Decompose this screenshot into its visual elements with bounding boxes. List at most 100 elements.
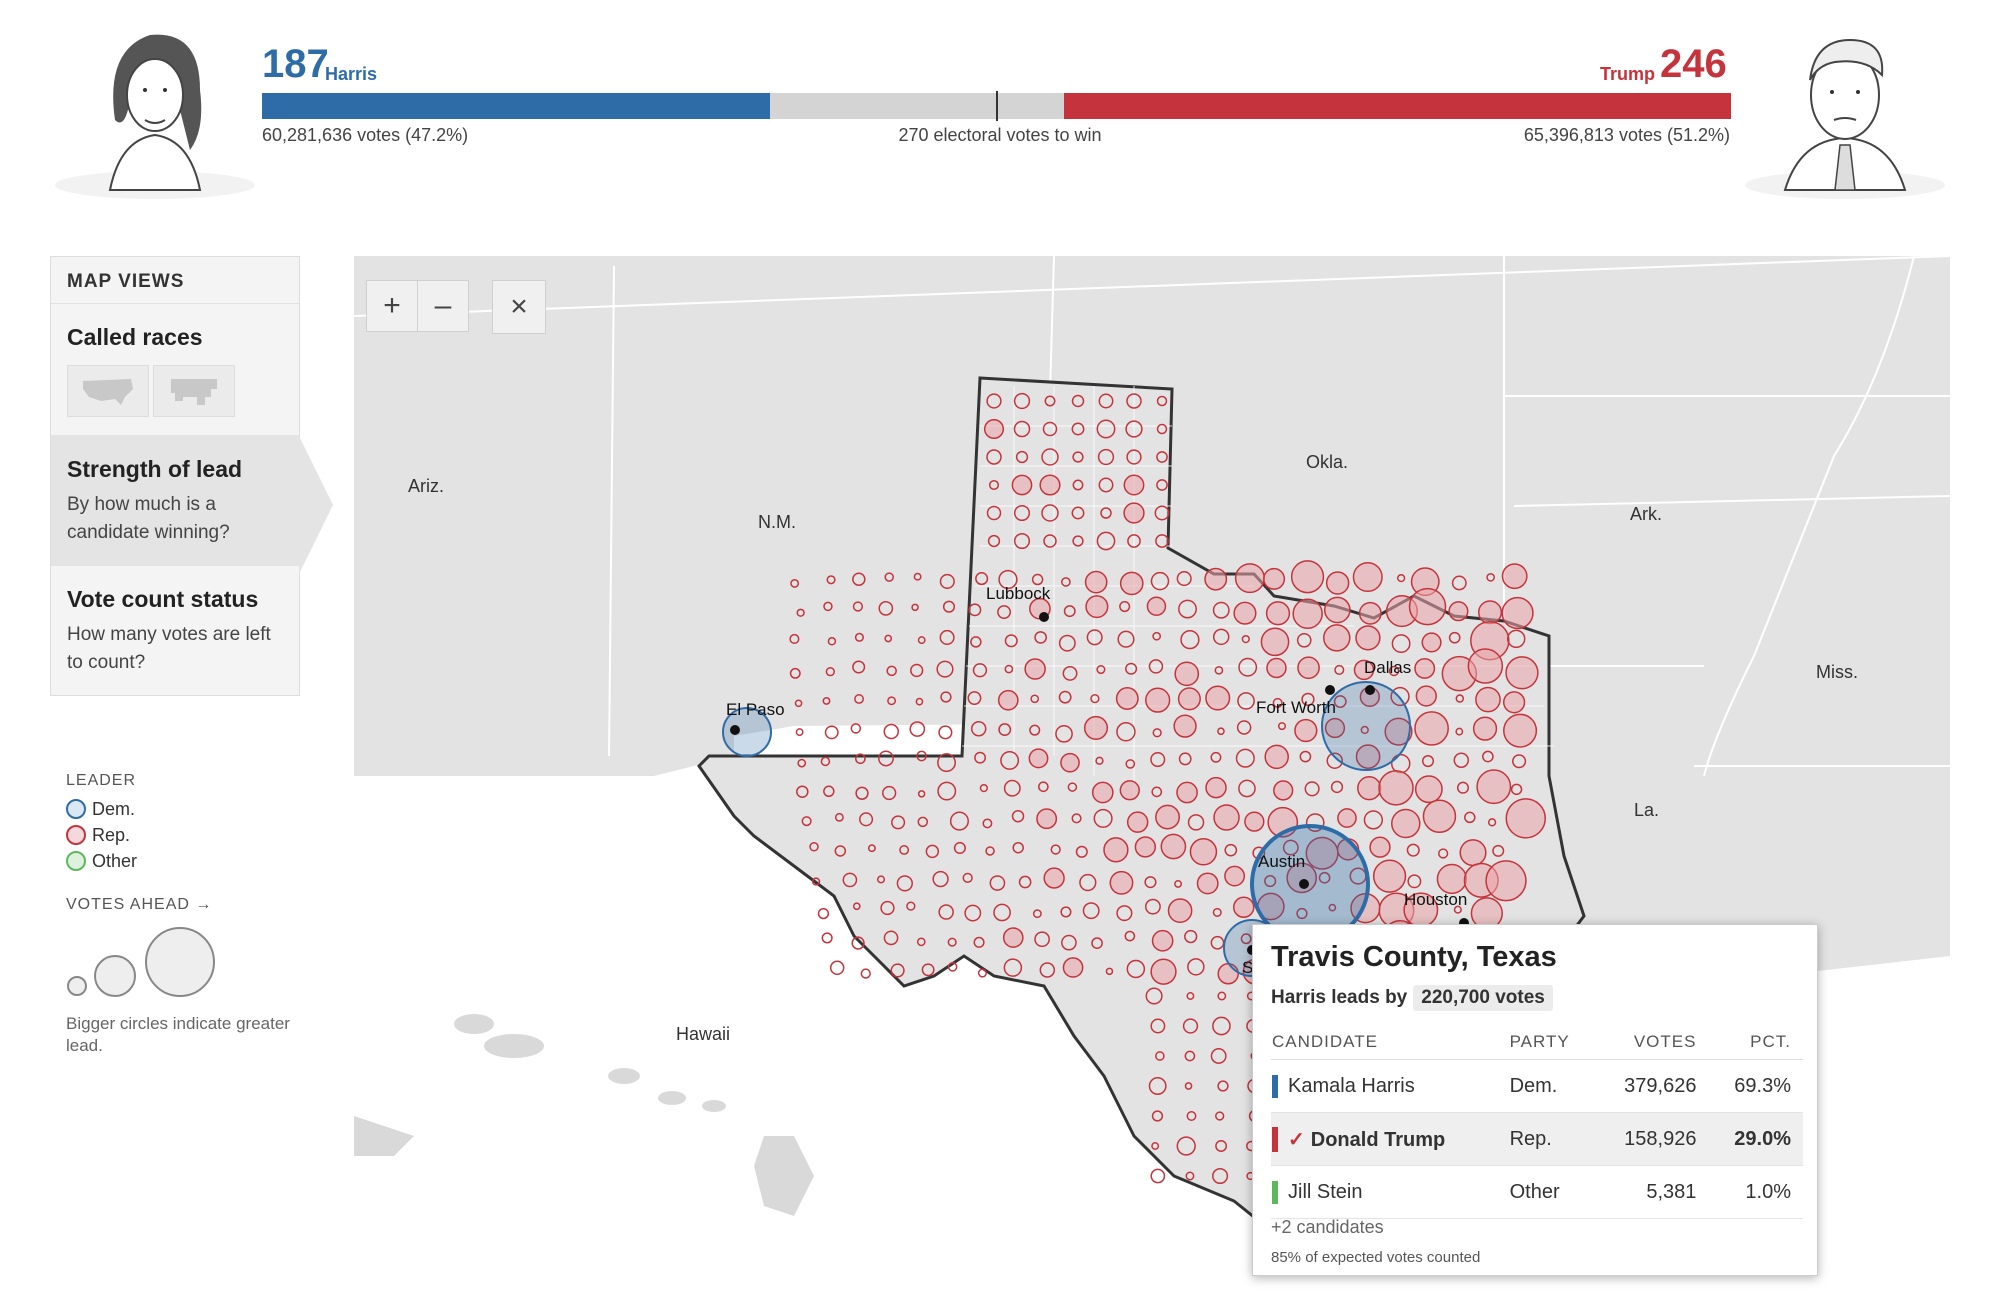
- county-lead-circle[interactable]: [1415, 685, 1437, 707]
- view-called-races[interactable]: Called races: [51, 304, 299, 436]
- county-lead-circle[interactable]: [1266, 657, 1287, 679]
- county-lead-circle[interactable]: [1294, 718, 1318, 743]
- county-lead-circle[interactable]: [1146, 596, 1167, 616]
- county-lead-circle[interactable]: [1485, 860, 1527, 902]
- county-lead-circle[interactable]: [1234, 563, 1265, 594]
- county-lead-circle[interactable]: [1002, 927, 1024, 948]
- county-lead-circle[interactable]: [1134, 836, 1156, 858]
- county-lead-circle[interactable]: [1414, 711, 1449, 746]
- county-lead-circle[interactable]: [1357, 776, 1382, 801]
- county-lead-circle[interactable]: [1062, 957, 1084, 978]
- county-lead-circle[interactable]: [1151, 929, 1174, 952]
- county-lead-circle[interactable]: [1204, 567, 1228, 591]
- county-lead-circle[interactable]: [1323, 624, 1351, 652]
- county-lead-circle[interactable]: [1264, 744, 1289, 770]
- county-lead-circle[interactable]: [1501, 563, 1528, 590]
- county-lead-circle[interactable]: [1378, 770, 1414, 806]
- county-lead-circle[interactable]: [1323, 596, 1351, 624]
- county-lead-circle[interactable]: [1084, 570, 1108, 594]
- county-lead-circle[interactable]: [1290, 560, 1325, 594]
- county-lead-circle[interactable]: [1043, 867, 1065, 889]
- county-lead-circle[interactable]: [1358, 601, 1382, 625]
- county-lead-circle[interactable]: [1502, 691, 1526, 714]
- county-lead-circle[interactable]: [1391, 808, 1421, 839]
- county-lead-circle[interactable]: [1325, 571, 1350, 595]
- county-lead-circle[interactable]: [1369, 836, 1391, 858]
- county-lead-circle[interactable]: [1109, 870, 1134, 895]
- county-lead-circle[interactable]: [1189, 838, 1218, 866]
- county-lead-circle[interactable]: [1177, 687, 1201, 711]
- more-candidates-link[interactable]: +2 candidates: [1271, 1217, 1384, 1238]
- county-lead-circle[interactable]: [1459, 839, 1487, 867]
- county-lead-circle[interactable]: [1160, 833, 1187, 860]
- county-lead-circle[interactable]: [983, 418, 1005, 440]
- county-lead-circle[interactable]: [1083, 715, 1109, 740]
- county-lead-circle[interactable]: [1155, 804, 1180, 830]
- county-lead-circle[interactable]: [1414, 775, 1443, 804]
- county-lead-circle[interactable]: [1260, 627, 1290, 657]
- county-lead-circle[interactable]: [1475, 686, 1501, 713]
- county-lead-circle[interactable]: [1501, 596, 1534, 630]
- county-lead-circle[interactable]: [1472, 716, 1498, 741]
- county-lead-circle[interactable]: [1176, 781, 1198, 804]
- county-lead-circle[interactable]: [1372, 859, 1407, 893]
- county-lead-circle[interactable]: [1224, 865, 1246, 887]
- county-lead-circle[interactable]: [1167, 898, 1193, 924]
- legend-item-dem: Dem.: [66, 796, 296, 822]
- county-lead-circle[interactable]: [1036, 808, 1058, 830]
- county-lead-circle[interactable]: [1205, 685, 1231, 711]
- county-lead-circle[interactable]: [1244, 811, 1265, 832]
- county-lead-circle[interactable]: [1011, 474, 1033, 496]
- county-lead-circle[interactable]: [1265, 601, 1291, 626]
- county-lead-circle[interactable]: [1414, 657, 1436, 679]
- county-lead-circle[interactable]: [1408, 587, 1447, 626]
- county-lead-circle[interactable]: [1292, 598, 1323, 629]
- county-lead-circle[interactable]: [1337, 808, 1357, 828]
- county-lead-circle[interactable]: [1126, 811, 1149, 833]
- county-lead-circle[interactable]: [1174, 661, 1200, 687]
- county-lead-circle[interactable]: [1448, 601, 1469, 622]
- county-lead-circle[interactable]: [1297, 656, 1320, 680]
- col-party: PARTY: [1508, 1025, 1593, 1060]
- county-lead-circle[interactable]: [1119, 780, 1140, 801]
- county-lead-circle[interactable]: [1115, 687, 1139, 710]
- county-lead-circle[interactable]: [1422, 799, 1457, 834]
- county-lead-circle[interactable]: [1119, 571, 1144, 596]
- county-lead-circle[interactable]: [1505, 656, 1539, 690]
- county-lead-circle[interactable]: [1273, 780, 1294, 801]
- county-lead-circle[interactable]: [1150, 958, 1177, 985]
- county-lead-circle[interactable]: [1145, 687, 1171, 713]
- us-map-view-button[interactable]: [67, 365, 149, 417]
- county-lead-circle[interactable]: [1091, 781, 1114, 804]
- county-lead-circle[interactable]: [1232, 896, 1255, 918]
- view-strength-of-lead[interactable]: Strength of lead By how much is a candid…: [51, 436, 333, 574]
- county-lead-circle[interactable]: [1503, 713, 1538, 748]
- county-lead-circle[interactable]: [1233, 601, 1257, 625]
- county-lead-circle[interactable]: [1355, 625, 1381, 651]
- county-lead-circle[interactable]: [1085, 595, 1109, 619]
- county-lead-circle[interactable]: [1263, 567, 1286, 590]
- county-lead-circle[interactable]: [1103, 837, 1129, 863]
- county-lead-circle[interactable]: [1467, 648, 1504, 684]
- county-lead-circle[interactable]: [1060, 752, 1080, 773]
- county-lead-circle[interactable]: [1024, 658, 1046, 680]
- county-lead-circle[interactable]: [1039, 474, 1061, 496]
- county-lead-circle[interactable]: [1421, 632, 1442, 653]
- county-lead-circle[interactable]: [1196, 872, 1219, 895]
- county-lead-circle[interactable]: [1028, 748, 1049, 769]
- view-vote-count-status[interactable]: Vote count status How many votes are lef…: [51, 566, 299, 695]
- zoom-in-button[interactable]: +: [367, 281, 417, 331]
- reset-map-button[interactable]: ×: [492, 280, 546, 334]
- county-lead-circle[interactable]: [1173, 714, 1197, 738]
- zoom-out-button[interactable]: –: [417, 281, 468, 331]
- county-lead-circle[interactable]: [1476, 769, 1512, 805]
- county-lead-circle[interactable]: [997, 689, 1019, 711]
- county-lead-circle[interactable]: [1123, 474, 1145, 496]
- county-lead-circle[interactable]: [1213, 804, 1240, 831]
- county-lead-circle[interactable]: [1352, 561, 1383, 593]
- grid-map-view-button[interactable]: [153, 365, 235, 417]
- county-lead-circle[interactable]: [1123, 502, 1145, 524]
- county-lead-circle[interactable]: [1505, 798, 1547, 839]
- county-lead-circle[interactable]: [1477, 600, 1503, 625]
- county-lead-circle[interactable]: [1205, 776, 1227, 799]
